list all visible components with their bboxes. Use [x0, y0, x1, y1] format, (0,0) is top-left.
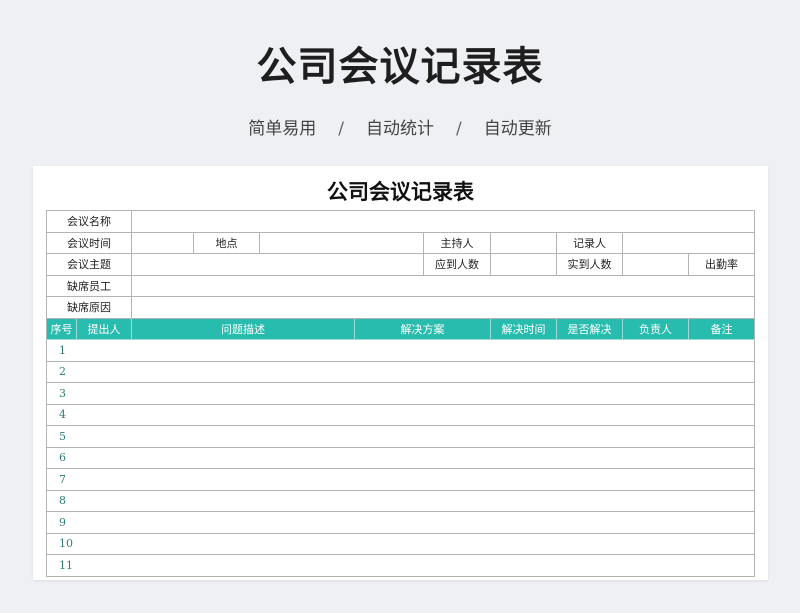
sheet-title: 公司会议记录表 [327, 179, 474, 204]
row-body[interactable] [76, 425, 756, 448]
subtitle-separator: / [338, 119, 344, 139]
host-label: 主持人 [423, 231, 491, 254]
table-row: 9 [46, 511, 756, 534]
row-number: 9 [46, 511, 77, 534]
table-row: 7 [46, 468, 756, 491]
absent-label: 缺席员工 [46, 274, 132, 297]
table-row: 5 [46, 425, 756, 448]
info-row-absent: 缺席员工 [46, 274, 756, 297]
column-header-notes: 备注 [687, 317, 756, 340]
column-header-issue: 问题描述 [131, 317, 355, 340]
row-number: 3 [46, 382, 77, 405]
expected-cell[interactable] [490, 253, 557, 276]
meeting-time-label: 会议时间 [46, 231, 132, 254]
row-number: 8 [46, 489, 77, 512]
spreadsheet-preview: 公司会议记录表 会议名称 会议时间 地点 主持人 记录人 会议主题 应到人数 实… [33, 166, 768, 580]
topic-cell[interactable] [131, 253, 424, 276]
meeting-time-cell[interactable] [131, 231, 194, 254]
attendance-label: 出勤率 [687, 253, 756, 276]
row-number: 7 [46, 468, 77, 491]
recorder-cell[interactable] [621, 231, 756, 254]
column-header-resolved: 是否解决 [556, 317, 623, 340]
row-number: 4 [46, 403, 77, 426]
location-cell[interactable] [259, 231, 424, 254]
column-header-row: 序号 提出人 问题描述 解决方案 解决时间 是否解决 负责人 备注 [46, 317, 756, 340]
table-row: 10 [46, 532, 756, 555]
column-header-solution: 解决方案 [354, 317, 491, 340]
row-body[interactable] [76, 468, 756, 491]
meeting-name-label: 会议名称 [46, 210, 132, 233]
info-row-name: 会议名称 [46, 210, 756, 233]
row-number: 11 [46, 554, 77, 577]
recorder-label: 记录人 [556, 231, 623, 254]
actual-cell[interactable] [622, 253, 689, 276]
row-body[interactable] [76, 339, 756, 362]
subtitle-item-auto-stat: 自动统计 [366, 119, 434, 139]
row-number: 1 [46, 339, 77, 362]
table-row: 2 [46, 360, 756, 383]
page-title: 公司会议记录表 [256, 44, 544, 90]
meeting-name-cell[interactable] [130, 210, 756, 233]
subtitle: 简单易用 / 自动统计 / 自动更新 [0, 114, 800, 139]
table-row: 11 [46, 554, 756, 577]
table-row: 8 [46, 489, 756, 512]
info-row-time: 会议时间 地点 主持人 记录人 [46, 231, 756, 254]
row-body[interactable] [76, 382, 756, 405]
row-body[interactable] [76, 446, 756, 469]
row-body[interactable] [76, 554, 756, 577]
table-row: 3 [46, 382, 756, 405]
subtitle-item-easy: 简单易用 [248, 119, 317, 139]
absent-cell[interactable] [130, 274, 756, 297]
row-number: 10 [46, 532, 77, 555]
subtitle-item-auto-update: 自动更新 [483, 119, 552, 139]
location-label: 地点 [193, 231, 260, 254]
subtitle-separator: / [456, 119, 462, 139]
row-body[interactable] [76, 532, 756, 555]
expected-label: 应到人数 [423, 253, 491, 276]
info-row-topic: 会议主题 应到人数 实到人数 出勤率 [46, 253, 756, 276]
absent-reason-cell[interactable] [130, 296, 756, 319]
column-header-owner: 负责人 [622, 317, 689, 340]
column-header-proposer: 提出人 [76, 317, 132, 340]
column-header-index: 序号 [46, 317, 77, 340]
host-cell[interactable] [490, 231, 557, 254]
table-row: 1 [46, 339, 756, 362]
actual-label: 实到人数 [556, 253, 623, 276]
topic-label: 会议主题 [46, 253, 132, 276]
absent-reason-label: 缺席原因 [46, 296, 132, 319]
row-body[interactable] [76, 511, 756, 534]
row-body[interactable] [76, 489, 756, 512]
row-number: 5 [46, 425, 77, 448]
row-body[interactable] [76, 403, 756, 426]
row-body[interactable] [76, 360, 756, 383]
column-header-resolve-time: 解决时间 [490, 317, 557, 340]
info-row-reason: 缺席原因 [46, 296, 756, 319]
meeting-record-table: 会议名称 会议时间 地点 主持人 记录人 会议主题 应到人数 实到人数 出勤率 … [46, 210, 756, 577]
row-number: 2 [46, 360, 77, 383]
table-row: 6 [46, 446, 756, 469]
table-row: 4 [46, 403, 756, 426]
row-number: 6 [46, 446, 77, 469]
